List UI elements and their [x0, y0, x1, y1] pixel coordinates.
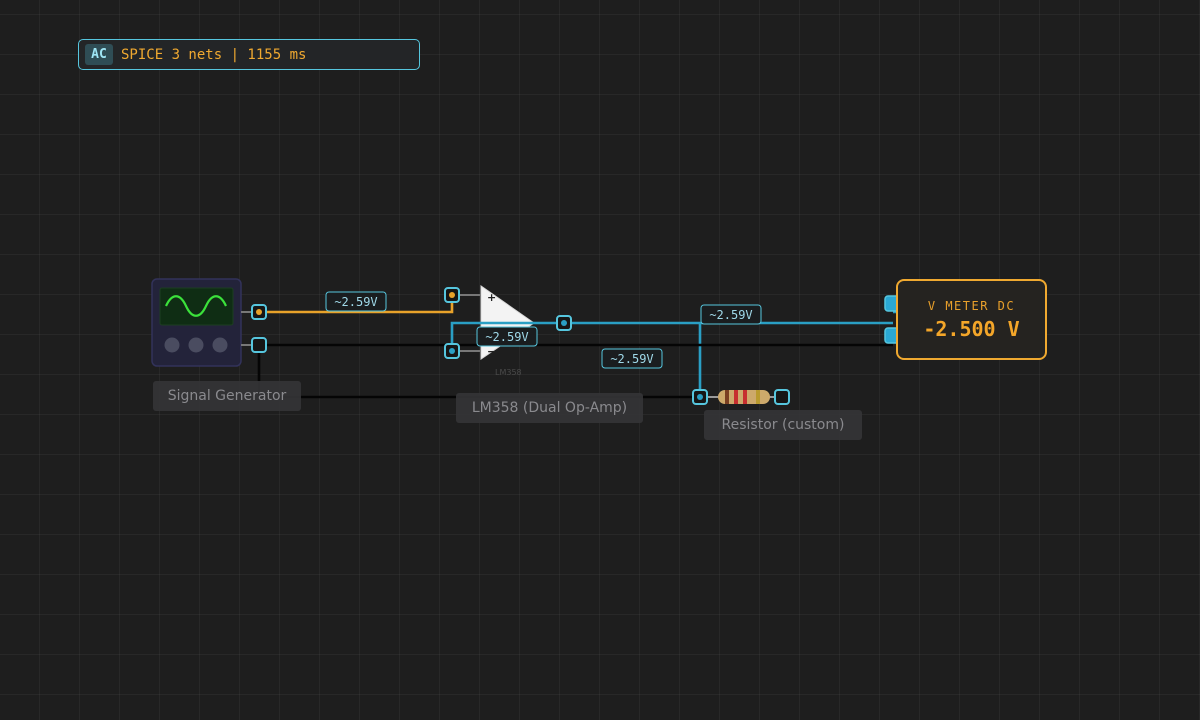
resistor-label: Resistor (custom) — [704, 410, 862, 440]
circuit-board: + − LM358 ~2.59V ~2.59V ~2.59V ~2.59V — [151, 278, 902, 405]
op-amp-plus-symbol: + — [487, 291, 496, 304]
signal-generator-label: Signal Generator — [153, 381, 301, 411]
resistor-left-node — [697, 394, 703, 400]
generator-knob-1[interactable] — [164, 337, 180, 353]
signal-generator-screen — [159, 287, 234, 326]
op-amp-noninverting-node — [449, 292, 455, 298]
net-voltage-label-text: ~2.59V — [709, 308, 752, 322]
generator-ground-terminal[interactable] — [251, 337, 267, 353]
op-amp-output-node — [561, 320, 567, 326]
resistor-terminal-right[interactable] — [774, 389, 790, 405]
resistor[interactable] — [708, 390, 775, 404]
op-amp-label: LM358 (Dual Op-Amp) — [456, 393, 643, 423]
voltmeter[interactable]: V METER DC -2.500 V — [896, 279, 1047, 360]
generator-output-node — [256, 309, 262, 315]
generator-knob-3[interactable] — [212, 337, 228, 353]
voltmeter-title: V METER DC — [927, 299, 1016, 313]
net-labels: ~2.59V ~2.59V ~2.59V ~2.59V — [325, 291, 762, 369]
op-amp-inverting-node — [449, 348, 455, 354]
net-voltage-label: ~2.59V — [601, 348, 663, 369]
generator-knob-2[interactable] — [188, 337, 204, 353]
op-amp-part-marking: LM358 — [495, 368, 522, 377]
net-voltage-label: ~2.59V — [476, 326, 538, 347]
signal-generator[interactable] — [151, 278, 253, 367]
resistor-band-1 — [725, 390, 729, 404]
net-voltage-label-text: ~2.59V — [334, 295, 377, 309]
net-voltage-label-text: ~2.59V — [485, 330, 528, 344]
op-amp-minus-symbol: − — [487, 345, 496, 358]
net-voltage-label: ~2.59V — [325, 291, 387, 312]
resistor-band-tolerance — [756, 390, 760, 404]
net-voltage-label: ~2.59V — [700, 304, 762, 325]
resistor-band-3 — [743, 390, 747, 404]
voltmeter-reading: -2.500 V — [923, 317, 1020, 341]
resistor-band-2 — [734, 390, 738, 404]
net-voltage-label-text: ~2.59V — [610, 352, 653, 366]
